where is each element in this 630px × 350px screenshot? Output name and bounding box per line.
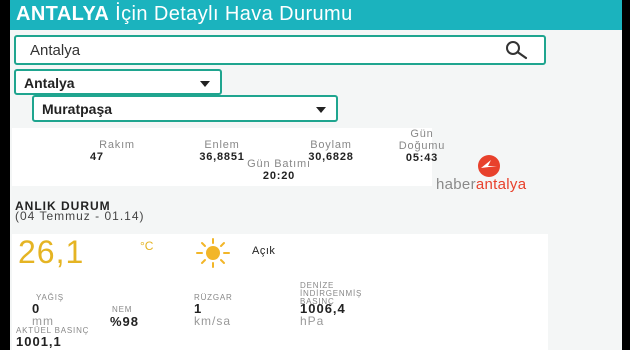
humidity-value: %98 [110, 314, 140, 329]
current-conditions-date: (04 Temmuz - 01.14) [15, 209, 145, 223]
longitude-label: Boylam [310, 139, 352, 151]
sunrise-value: 05:43 [405, 152, 439, 164]
temperature-unit: °C [140, 239, 154, 253]
temperature-value: 26,1 [18, 234, 85, 270]
sunrise-label-line1: Gün [410, 128, 434, 140]
current-weather-panel: 26,1 °C Açık YAĞIŞ 0 mm NEM %98 RÜZGAR 1… [12, 234, 548, 350]
chevron-down-icon [316, 107, 326, 113]
sunrise-block: Gün Doğumu 05:43 [382, 128, 462, 164]
sun-icon [196, 238, 230, 268]
page-content: ANTALYA İçin Detaylı Hava Durumu Antalya… [10, 0, 622, 350]
location-info-panel: Rakım 47 Enlem 36,8851 Boylam 30,6828 Gü… [12, 128, 444, 186]
actual-pressure-value: 1001,1 [16, 334, 62, 349]
weather-condition: Açık [252, 245, 276, 257]
city-select[interactable]: Antalya [14, 69, 222, 95]
humidity-label: NEM [112, 305, 133, 314]
sunset-value: 20:20 [262, 170, 296, 182]
page-title: ANTALYA İçin Detaylı Hava Durumu [16, 3, 353, 26]
left-frame-border [0, 0, 10, 350]
page-title-city: ANTALYA [16, 3, 110, 25]
logo-text-haber: haber [436, 176, 476, 193]
logo-text-antalya: antalya [475, 176, 527, 193]
chevron-down-icon [200, 81, 210, 87]
sunset-label: Gün Batımı [247, 158, 311, 170]
sunset-block: Gün Batımı 20:20 [234, 158, 324, 182]
district-select[interactable]: Muratpaşa [32, 95, 338, 122]
search-input-value: Antalya [30, 42, 81, 59]
right-frame-border [622, 0, 630, 350]
haberantalya-logo: haberantalya [436, 176, 526, 193]
sunrise-label-line2: Doğumu [398, 140, 446, 152]
altitude-value: 47 [90, 151, 104, 163]
header-bar: ANTALYA İçin Detaylı Hava Durumu [10, 0, 622, 30]
altitude-label: Rakım [99, 139, 135, 151]
page-title-text: İçin Detaylı Hava Durumu [115, 3, 353, 25]
haberantalya-logo-icon [478, 155, 500, 177]
wind-unit: km/sa [194, 314, 232, 328]
city-select-value: Antalya [24, 75, 75, 91]
sea-pressure-unit: hPa [300, 314, 325, 328]
latitude-label: Enlem [204, 139, 240, 151]
altitude-block: Rakım 47 [82, 139, 152, 163]
district-select-value: Muratpaşa [42, 101, 113, 117]
search-input[interactable]: Antalya [14, 35, 546, 65]
search-icon[interactable] [504, 40, 528, 60]
